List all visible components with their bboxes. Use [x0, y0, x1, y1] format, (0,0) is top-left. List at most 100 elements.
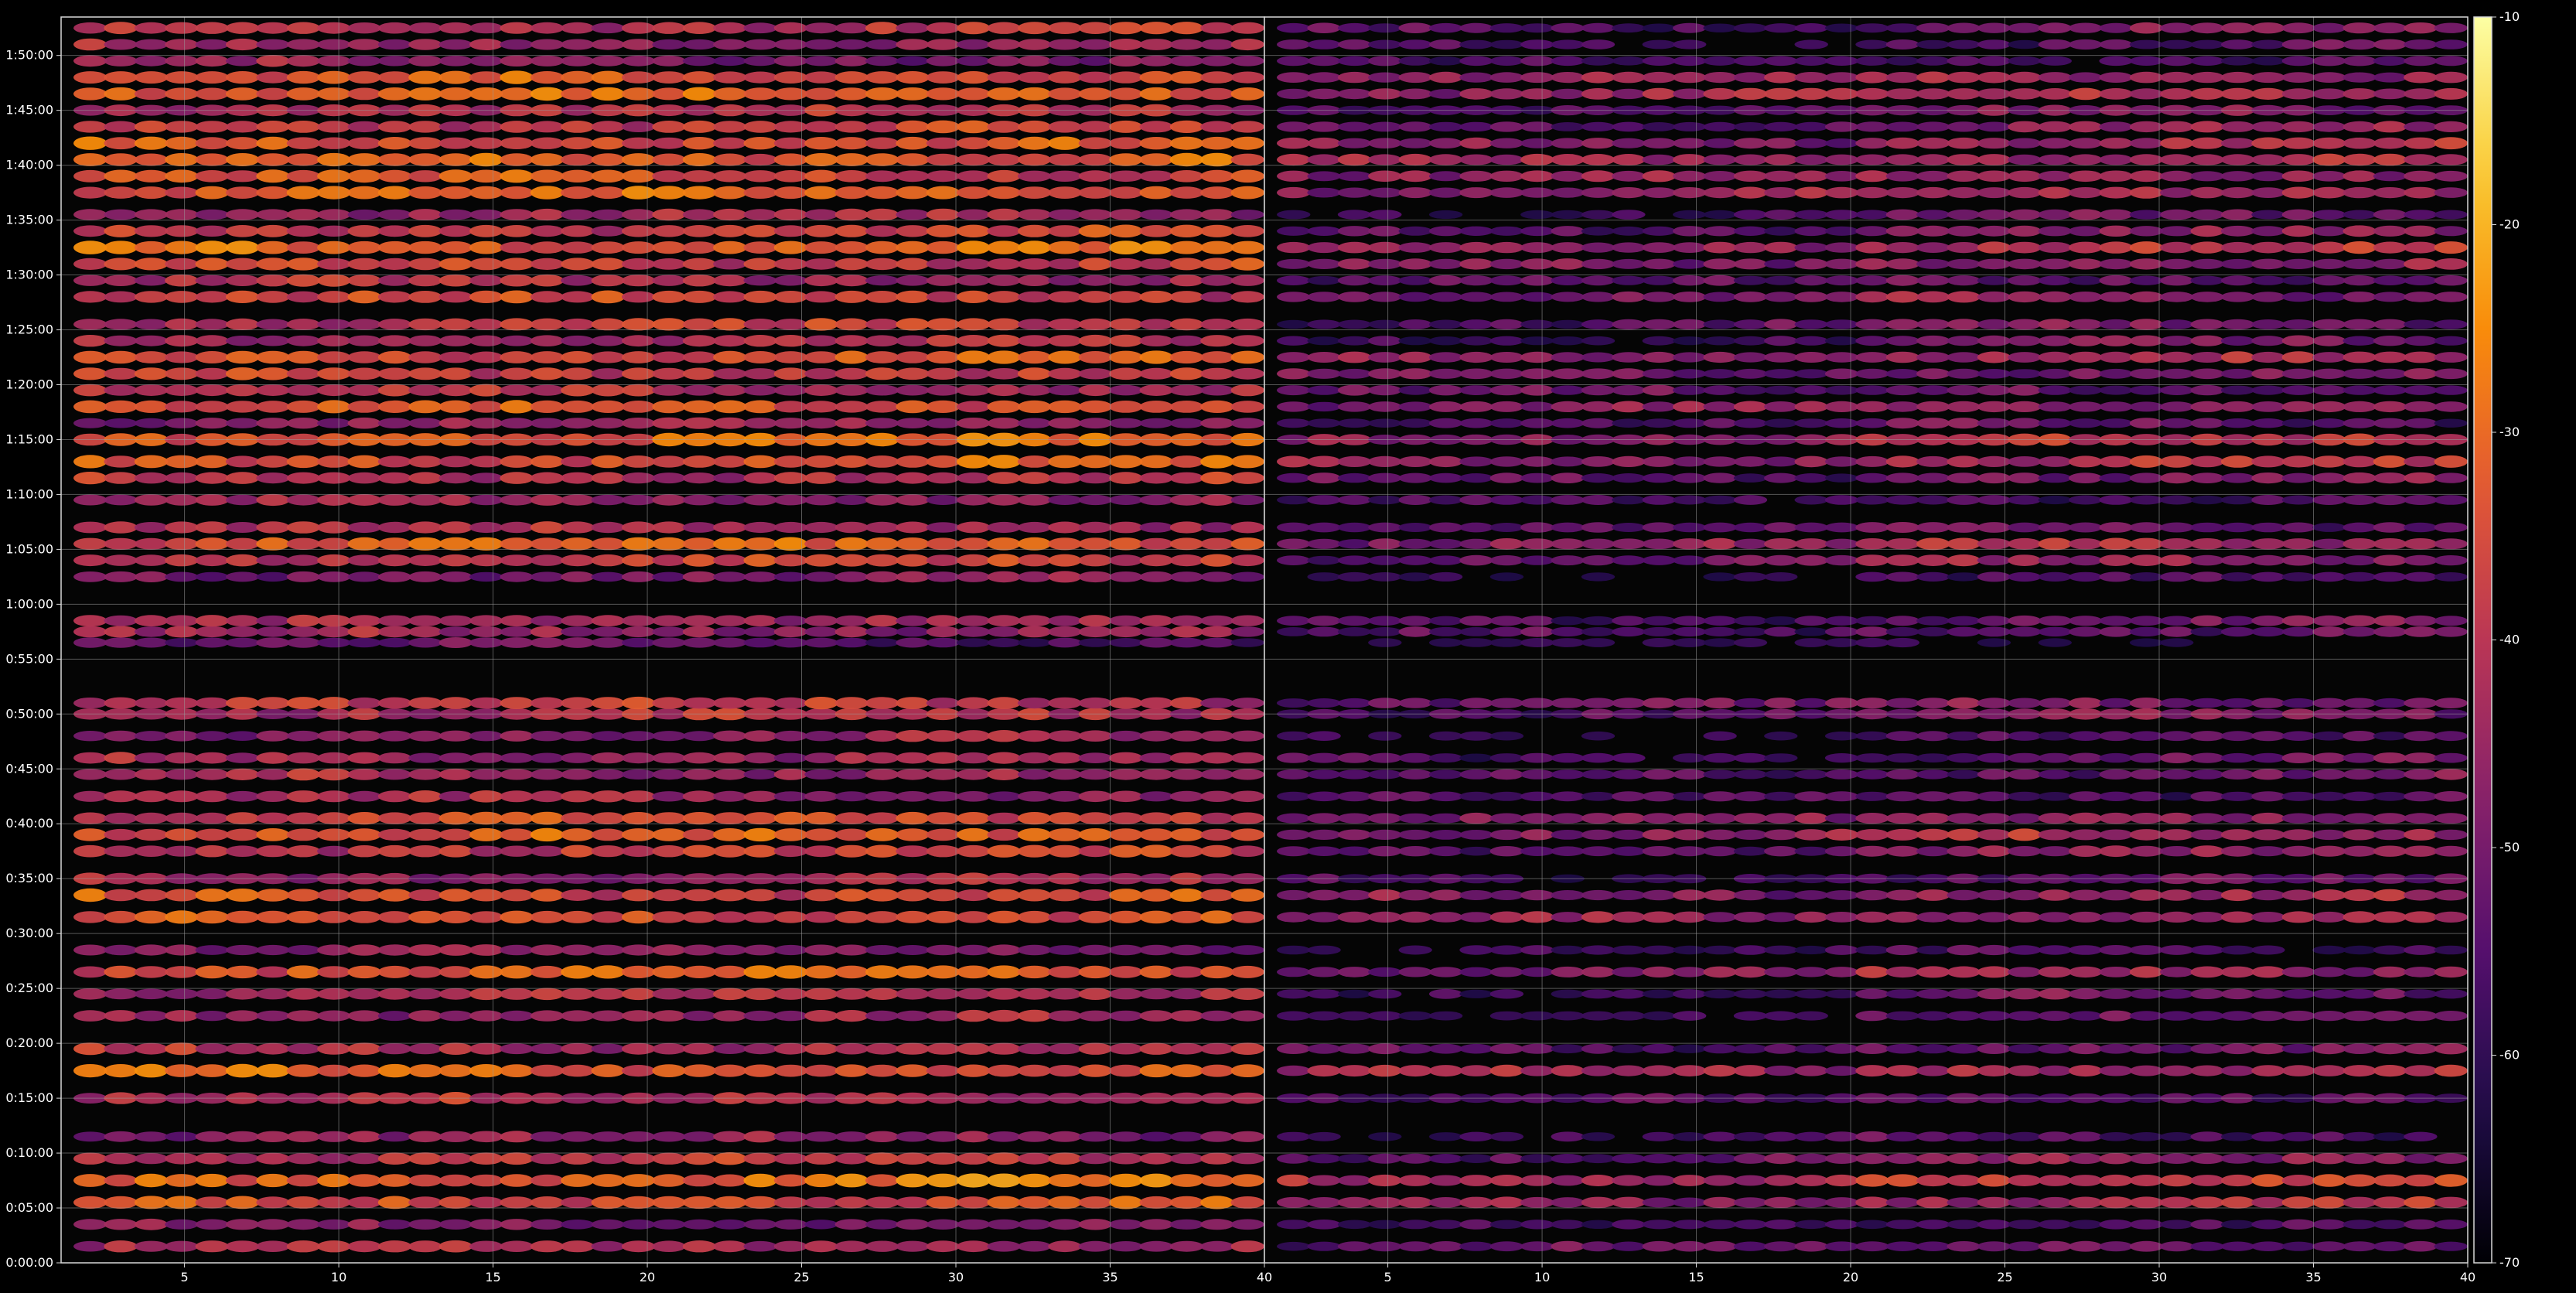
heatmap-cell: [500, 39, 534, 50]
heatmap-cell: [1824, 23, 1859, 32]
heatmap-cell: [1139, 319, 1173, 330]
heatmap-cell: [134, 845, 169, 857]
heatmap-cell: [2190, 401, 2224, 413]
heatmap-cell: [2404, 88, 2438, 100]
heatmap-cell: [2008, 138, 2042, 148]
heatmap-cell: [1398, 1175, 1432, 1186]
heatmap-cell: [682, 769, 717, 780]
heatmap-cell: [1733, 352, 1768, 363]
heatmap-cell: [1916, 988, 1950, 999]
heatmap-cell: [2038, 829, 2072, 841]
heatmap-cell: [1824, 1131, 1859, 1142]
heatmap-cell: [1139, 910, 1173, 924]
heatmap-cell: [286, 384, 321, 396]
heatmap-cell: [104, 472, 138, 484]
heatmap-cell: [2220, 1220, 2255, 1230]
heatmap-cell: [713, 944, 747, 956]
heatmap-cell: [2129, 275, 2164, 285]
heatmap-cell: [1824, 138, 1859, 148]
heatmap-cell: [2312, 56, 2346, 67]
heatmap-cell: [2404, 385, 2438, 395]
heatmap-cell: [2008, 769, 2042, 780]
heatmap-cell: [591, 521, 625, 534]
heatmap-cell: [743, 1064, 777, 1077]
heatmap-cell: [652, 791, 686, 802]
heatmap-cell: [1368, 187, 1402, 198]
heatmap-cell: [957, 71, 991, 84]
heatmap-cell: [1581, 258, 1616, 270]
heatmap-cell: [530, 418, 565, 428]
heatmap-cell: [957, 769, 991, 780]
heatmap-cell: [2099, 385, 2133, 395]
heatmap-cell: [317, 335, 351, 347]
heatmap-cell: [1337, 275, 1372, 286]
heatmap-cell: [408, 291, 442, 303]
heatmap-cell: [1200, 186, 1234, 200]
heatmap-cell: [2434, 187, 2468, 198]
heatmap-cell: [1277, 1153, 1311, 1164]
heatmap-cell: [682, 889, 717, 902]
heatmap-cell: [1230, 1153, 1265, 1165]
heatmap-cell: [2129, 368, 2164, 379]
heatmap-cell: [773, 258, 808, 270]
heatmap-cell: [2069, 966, 2103, 978]
heatmap-cell: [896, 186, 930, 200]
heatmap-cell: [225, 1196, 260, 1209]
heatmap-cell: [743, 368, 777, 380]
heatmap-cell: [1794, 989, 1828, 999]
heatmap-cell: [987, 1009, 1021, 1022]
heatmap-cell: [2281, 731, 2316, 741]
heatmap-cell: [134, 1196, 169, 1209]
heatmap-cell: [1947, 187, 1981, 199]
heatmap-cell: [591, 169, 625, 183]
heatmap-cell: [1947, 1241, 1981, 1252]
heatmap-cell: [1794, 791, 1828, 802]
heatmap-cell: [773, 1042, 808, 1055]
heatmap-cell: [1916, 385, 1950, 395]
heatmap-cell: [1764, 170, 1798, 182]
heatmap-cell: [195, 153, 229, 166]
heatmap-cell: [2038, 571, 2072, 582]
heatmap-cell: [2038, 170, 2072, 182]
heatmap-cell: [317, 367, 351, 380]
heatmap-cell: [438, 39, 473, 50]
heatmap-cell: [1109, 22, 1143, 35]
heatmap-cell: [1078, 209, 1113, 220]
heatmap-cell: [1673, 210, 1707, 220]
heatmap-cell: [1642, 71, 1676, 84]
heatmap-cell: [469, 71, 503, 84]
heatmap-cell: [1398, 1011, 1432, 1021]
heatmap-cell: [1885, 336, 1920, 346]
heatmap-cell: [104, 752, 138, 764]
heatmap-cell: [2312, 258, 2346, 269]
heatmap-cell: [1139, 965, 1173, 979]
heatmap-cell: [2038, 275, 2072, 286]
heatmap-cell: [165, 318, 199, 330]
heatmap-cell: [1368, 56, 1402, 67]
heatmap-cell: [1277, 538, 1311, 550]
heatmap-cell: [377, 1152, 412, 1165]
heatmap-cell: [377, 812, 412, 824]
heatmap-cell: [1764, 56, 1798, 67]
heatmap-cell: [1673, 555, 1707, 565]
heatmap-cell: [1337, 555, 1372, 565]
heatmap-cell: [2404, 1196, 2438, 1209]
heatmap-cell: [1916, 170, 1950, 182]
heatmap-cell: [1489, 523, 1524, 532]
heatmap-cell: [2342, 731, 2376, 742]
heatmap-cell: [2312, 845, 2346, 857]
heatmap-cell: [1642, 401, 1676, 412]
heatmap-cell: [561, 844, 595, 858]
heatmap-cell: [1078, 730, 1113, 742]
heatmap-cell: [1581, 154, 1616, 165]
heatmap-cell: [377, 384, 412, 397]
heatmap-cell: [896, 87, 930, 101]
heatmap-cell: [1764, 1043, 1798, 1054]
heatmap-cell: [408, 39, 442, 50]
heatmap-cell: [1017, 472, 1052, 484]
heatmap-cell: [2099, 473, 2133, 483]
heatmap-cell: [834, 637, 869, 648]
heatmap-cell: [987, 186, 1021, 200]
heatmap-cell: [1169, 136, 1204, 150]
heatmap-cell: [1612, 626, 1646, 637]
